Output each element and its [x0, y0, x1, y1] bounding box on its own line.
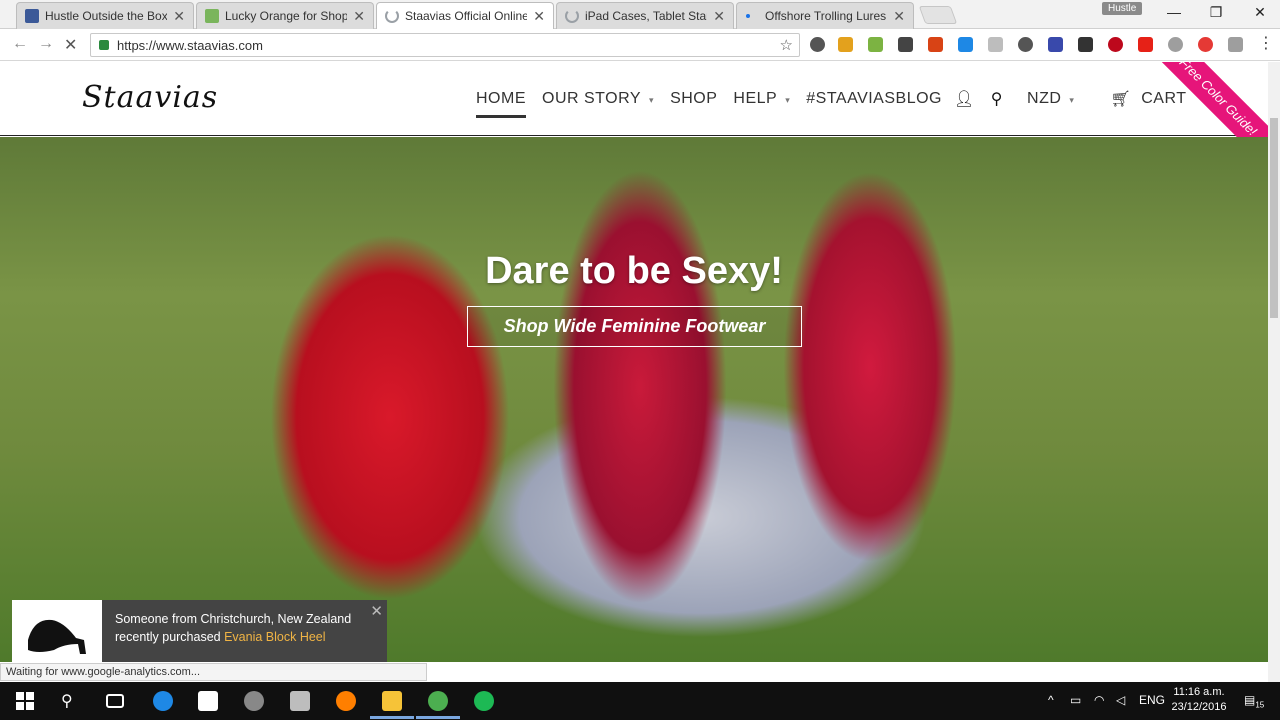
stop-loading-icon[interactable]: ✕	[64, 35, 77, 55]
active-indicator	[416, 716, 460, 719]
nav-blog[interactable]: #STAAVIASBLOG	[806, 90, 942, 108]
extension-icon[interactable]	[810, 37, 825, 52]
file-explorer-icon[interactable]	[382, 691, 402, 711]
clock-time: 11:16 a.m.	[1173, 686, 1225, 698]
extension-icon[interactable]	[1018, 37, 1033, 52]
close-icon[interactable]: ✕	[893, 8, 905, 25]
close-icon[interactable]: ✕	[370, 602, 383, 620]
back-icon[interactable]: ←	[12, 35, 28, 53]
notifications-icon[interactable]: ▤15	[1244, 693, 1264, 709]
minimize-icon[interactable]: —	[1154, 4, 1194, 20]
extension-icon[interactable]	[1078, 37, 1093, 52]
volume-icon[interactable]: ◁	[1116, 693, 1125, 707]
extension-icon[interactable]	[868, 37, 883, 52]
shoe-icon	[28, 619, 86, 654]
cart-icon[interactable]: 🛒︎	[1110, 89, 1131, 109]
extension-icon[interactable]	[958, 37, 973, 52]
search-icon[interactable]: ⚲	[61, 691, 81, 711]
status-bar: Waiting for www.google-analytics.com...	[0, 663, 427, 681]
windows-start-icon[interactable]	[15, 691, 35, 711]
app-icon[interactable]	[290, 691, 310, 711]
notification-line-2: recently purchased	[115, 630, 225, 644]
extension-icon[interactable]	[1168, 37, 1183, 52]
main-nav: HOME OUR STORY ▾ SHOP HELP ▾ #STAAVIASBLOG…	[476, 89, 1187, 118]
clock[interactable]: 11:16 a.m. 23/12/2016	[1164, 685, 1234, 715]
store-icon[interactable]	[198, 691, 218, 711]
close-window-icon[interactable]: ✕	[1240, 4, 1280, 21]
search-icon[interactable]: ⚲	[991, 89, 1003, 109]
maximize-icon[interactable]: ❐	[1196, 4, 1236, 21]
battery-icon[interactable]: ▭	[1070, 693, 1081, 707]
browser-toolbar: ← → ✕ https://www.staavias.com ☆ ⋮	[0, 29, 1280, 61]
youtube-icon[interactable]	[1138, 37, 1153, 52]
scrollbar-thumb[interactable]	[1270, 118, 1278, 318]
firefox-icon[interactable]	[336, 691, 356, 711]
chrome-icon[interactable]	[428, 691, 448, 711]
new-tab-button[interactable]	[918, 6, 958, 24]
notification-line-1: Someone from Christchurch, New Zealand	[115, 612, 352, 626]
close-icon[interactable]: ✕	[353, 8, 365, 25]
bookmark-star-icon[interactable]: ☆	[780, 36, 793, 54]
shopify-icon	[205, 9, 219, 23]
extension-icon[interactable]	[1228, 37, 1243, 52]
shop-footwear-button[interactable]: Shop Wide Feminine Footwear	[467, 306, 802, 347]
menu-icon[interactable]: ⋮	[1258, 33, 1274, 53]
url-text: https://www.staavias.com	[117, 37, 263, 53]
site-logo[interactable]: Staavias	[82, 80, 218, 115]
close-icon[interactable]: ✕	[533, 8, 545, 25]
extension-icon[interactable]	[1198, 37, 1213, 52]
purchase-notification[interactable]: Someone from Christchurch, New Zealand r…	[12, 600, 387, 662]
tab-trolling-lures[interactable]: Offshore Trolling Lures fo ✕	[736, 2, 914, 29]
user-icon[interactable]: 👤︎	[954, 89, 975, 109]
website-viewport: Staavias HOME OUR STORY ▾ SHOP HELP ▾ #STA…	[0, 62, 1268, 662]
product-link[interactable]: Evania Block Heel	[224, 630, 325, 644]
caret-down-icon: ▾	[1069, 95, 1075, 105]
nav-help[interactable]: HELP ▾	[733, 90, 790, 108]
close-icon[interactable]: ✕	[173, 8, 185, 25]
loading-icon	[565, 9, 579, 23]
tab-hustle[interactable]: Hustle Outside the Box- ✕	[16, 2, 194, 29]
taskbar: ⚲ ^ ▭ ◠ ◁ ENG 11:16 a.m. 23/12/2016 ▤15	[0, 682, 1280, 720]
extension-icon[interactable]	[838, 37, 853, 52]
hero-banner: Dare to be Sexy! Shop Wide Feminine Foot…	[0, 137, 1268, 662]
edge-icon[interactable]	[153, 691, 173, 711]
address-bar[interactable]: https://www.staavias.com ☆	[90, 33, 800, 57]
extension-icon[interactable]	[1048, 37, 1063, 52]
lock-icon	[99, 40, 109, 50]
nav-shop[interactable]: SHOP	[670, 90, 717, 108]
clock-date: 23/12/2016	[1171, 701, 1227, 713]
nav-our-story[interactable]: OUR STORY ▾	[542, 90, 654, 108]
language-indicator[interactable]: ENG	[1139, 693, 1165, 707]
profile-badge[interactable]: Hustle	[1102, 2, 1143, 15]
product-thumbnail	[12, 600, 102, 662]
spotify-icon[interactable]	[474, 691, 494, 711]
wifi-icon[interactable]: ◠	[1094, 693, 1104, 707]
loading-icon	[385, 9, 399, 23]
scrollbar[interactable]	[1268, 62, 1280, 682]
tab-lucky-orange[interactable]: Lucky Orange for Shopify ✕	[196, 2, 374, 29]
chevron-up-icon[interactable]: ^	[1048, 693, 1054, 707]
app-icon[interactable]	[244, 691, 264, 711]
caret-down-icon: ▾	[649, 95, 655, 105]
caret-down-icon: ▾	[785, 95, 791, 105]
forward-icon[interactable]: →	[38, 35, 54, 53]
facebook-icon	[25, 9, 39, 23]
tab-staavias[interactable]: Staavias Official Online B ✕	[376, 2, 554, 29]
currency-selector[interactable]: NZD ▾	[1027, 90, 1074, 108]
extension-icon[interactable]	[988, 37, 1003, 52]
nav-home[interactable]: HOME	[476, 90, 526, 118]
amazon-extension-icon[interactable]	[898, 37, 913, 52]
pinterest-icon[interactable]	[1108, 37, 1123, 52]
page-icon	[745, 9, 759, 23]
close-icon[interactable]: ✕	[713, 8, 725, 25]
tab-ipad-cases[interactable]: iPad Cases, Tablet Stands ✕	[556, 2, 734, 29]
hero-title: Dare to be Sexy!	[485, 250, 783, 292]
task-view-icon[interactable]	[106, 694, 124, 708]
extension-icon[interactable]	[928, 37, 943, 52]
active-indicator	[370, 716, 414, 719]
tab-strip: Hustle Outside the Box- ✕ Lucky Orange f…	[0, 0, 1280, 29]
site-header: Staavias HOME OUR STORY ▾ SHOP HELP ▾ #STA…	[0, 62, 1268, 172]
